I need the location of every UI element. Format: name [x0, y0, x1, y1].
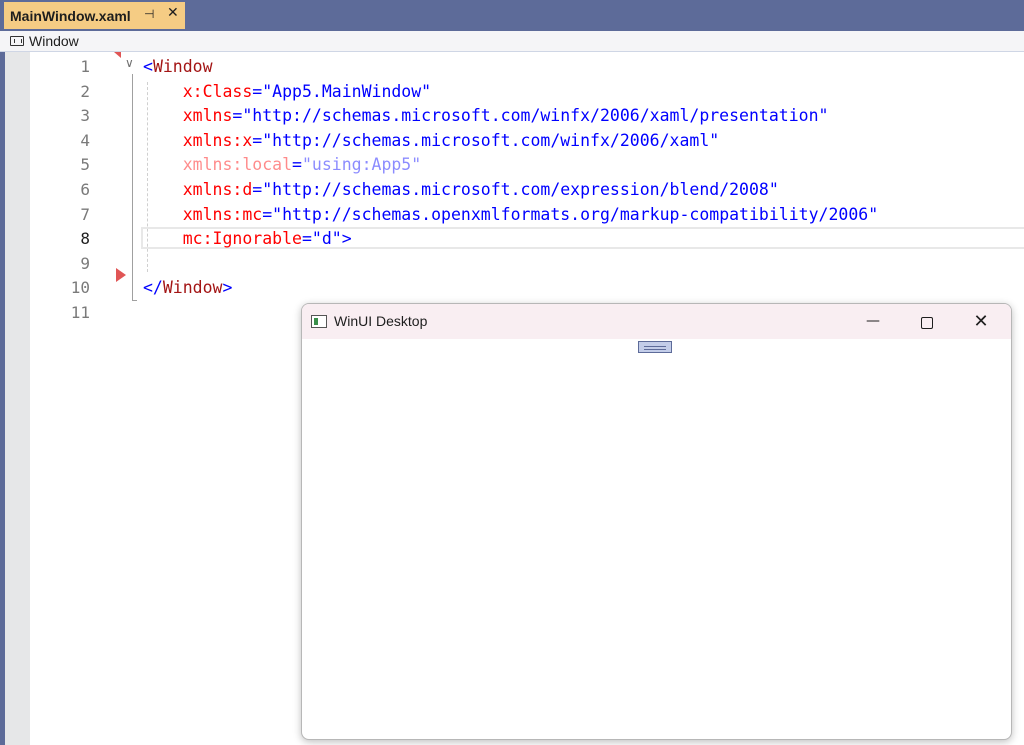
line-number: 6 [80, 180, 90, 199]
winui-desktop-window[interactable]: WinUI Desktop — ✕ [301, 303, 1012, 740]
line-number-gutter: 1 2 3 4 5 6 7 8 9 10 11 [30, 52, 90, 745]
line-number: 1 [80, 57, 90, 76]
code-line[interactable]: <Window [143, 55, 213, 79]
code-line[interactable]: x:Class="App5.MainWindow" [143, 80, 431, 104]
line-number: 9 [80, 253, 90, 273]
code-token: xmlns:local [182, 155, 293, 175]
code-token: "App5.MainWindow" [262, 81, 432, 101]
maximize-icon [921, 316, 933, 329]
code-token: x:Class [182, 81, 253, 101]
in-app-toolbar-handle[interactable] [638, 341, 672, 353]
code-token: = [262, 204, 273, 224]
navigation-bar[interactable]: Window [0, 31, 1024, 52]
code-token: = [292, 155, 302, 175]
line-number: 2 [80, 81, 90, 101]
code-token: < [143, 57, 153, 76]
tab-mainwindow-xaml[interactable]: MainWindow.xaml ⊣ ✕ [4, 2, 185, 29]
window-element-icon [10, 36, 24, 46]
code-token: mc:Ignorable [182, 229, 302, 249]
code-token: = [252, 180, 263, 199]
app-window-icon [311, 315, 327, 328]
chevron-down-icon[interactable]: ∨ [125, 56, 134, 70]
change-marker [114, 52, 121, 58]
code-token: = [232, 106, 243, 126]
code-token: xmlns [182, 106, 233, 126]
code-token: Window [162, 278, 223, 298]
code-token: "http://schemas.microsoft.com/expression… [262, 180, 779, 199]
code-line[interactable]: </Window> [143, 276, 232, 300]
code-line[interactable]: xmlns:d="http://schemas.microsoft.com/ex… [143, 178, 779, 202]
line-number: 4 [80, 130, 90, 150]
line-number: 10 [70, 278, 90, 298]
code-line[interactable]: xmlns="http://schemas.microsoft.com/winf… [143, 104, 829, 128]
code-token: xmlns:x [182, 130, 253, 150]
code-line[interactable]: mc:Ignorable="d"> [143, 227, 352, 251]
code-token: = [301, 229, 312, 249]
code-line[interactable]: xmlns:x="http://schemas.microsoft.com/wi… [143, 129, 719, 153]
code-token: "http://schemas.microsoft.com/winfx/2006… [242, 106, 829, 126]
code-token: "http://schemas.openxmlformats.org/marku… [272, 204, 879, 224]
minimize-button[interactable]: — [850, 304, 896, 339]
breakpoint-marker-icon [116, 268, 126, 282]
code-token: xmlns:mc [182, 204, 263, 224]
code-token: "http://schemas.microsoft.com/winfx/2006… [262, 130, 720, 150]
maximize-button[interactable] [904, 304, 950, 339]
code-line[interactable]: xmlns:mc="http://schemas.openxmlformats.… [143, 203, 878, 227]
window-title-bar[interactable]: WinUI Desktop — ✕ [302, 304, 1011, 339]
code-token: > [341, 229, 352, 249]
document-tab-strip: MainWindow.xaml ⊣ ✕ [0, 0, 1024, 31]
tab-title: MainWindow.xaml [10, 7, 131, 24]
code-token: > [222, 278, 233, 298]
code-token: "using:App5" [301, 155, 422, 175]
pin-icon[interactable]: ⊣ [144, 7, 154, 21]
code-token: = [252, 81, 263, 101]
navigation-bar-label: Window [29, 33, 79, 49]
line-number: 3 [80, 106, 90, 126]
line-number: 11 [70, 303, 90, 322]
code-token: Window [152, 57, 213, 76]
line-number: 8 [80, 229, 90, 249]
code-line[interactable]: xmlns:local="using:App5" [143, 153, 421, 177]
code-token: = [252, 130, 263, 150]
line-number: 7 [80, 204, 90, 224]
code-token: </ [143, 278, 163, 298]
outline-fold-line [132, 74, 133, 300]
close-icon[interactable]: ✕ [167, 5, 179, 21]
code-token: "d" [311, 229, 342, 249]
indicator-margin[interactable] [5, 52, 30, 745]
outline-fold-end [132, 300, 137, 301]
window-title: WinUI Desktop [334, 313, 428, 329]
close-button[interactable]: ✕ [958, 304, 1004, 339]
code-token: xmlns:d [182, 180, 253, 199]
line-number: 5 [80, 155, 90, 175]
